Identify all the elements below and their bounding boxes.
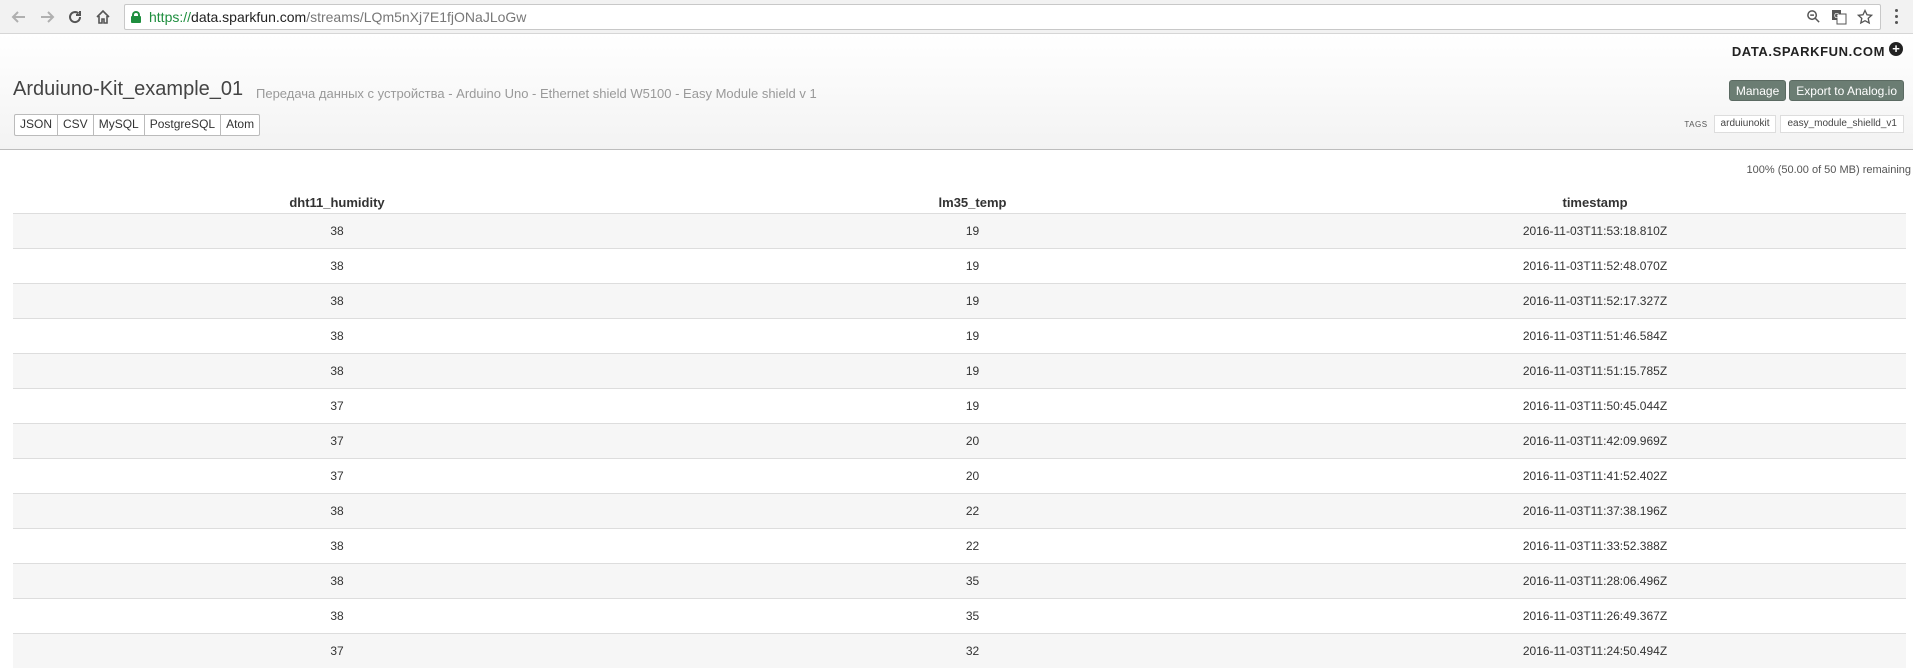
back-arrow-icon[interactable]: [8, 6, 30, 28]
table-cell: 37: [13, 422, 661, 458]
table-cell: 20: [661, 422, 1284, 458]
table-cell: 2016-11-03T11:37:38.196Z: [1284, 492, 1906, 528]
column-header: timestamp: [1284, 185, 1906, 214]
table-cell: 2016-11-03T11:33:52.388Z: [1284, 527, 1906, 563]
format-postgresql-button[interactable]: PostgreSQL: [145, 115, 222, 135]
table-cell: 2016-11-03T11:24:50.494Z: [1284, 632, 1906, 668]
format-mysql-button[interactable]: MySQL: [94, 115, 145, 135]
stream-header: DATA.SPARKFUN.COM + Arduiuno-Kit_example…: [0, 34, 1913, 150]
table-cell: 38: [13, 562, 661, 598]
table-cell: 38: [13, 352, 661, 388]
export-format-tabs: JSON CSV MySQL PostgreSQL Atom: [14, 114, 261, 136]
table-cell: 22: [661, 492, 1284, 528]
table-cell: 38: [13, 317, 661, 353]
table-row: 38 22 2016-11-03T11:37:38.196Z: [13, 492, 1906, 528]
translate-icon[interactable]: G: [1830, 8, 1848, 26]
table-cell: 2016-11-03T11:52:17.327Z: [1284, 282, 1906, 318]
table-row: 38 19 2016-11-03T11:52:17.327Z: [13, 282, 1906, 318]
brand-link[interactable]: DATA.SPARKFUN.COM: [1732, 44, 1885, 59]
table-cell: 32: [661, 632, 1284, 668]
tag-easy-module[interactable]: easy_module_shielld_v1: [1780, 115, 1904, 133]
table-row: 38 35 2016-11-03T11:28:06.496Z: [13, 562, 1906, 598]
table-cell: 19: [661, 317, 1284, 353]
table-row: 37 20 2016-11-03T11:42:09.969Z: [13, 422, 1906, 458]
format-json-button[interactable]: JSON: [15, 115, 59, 135]
table-row: 38 19 2016-11-03T11:51:46.584Z: [13, 317, 1906, 353]
table-cell: 37: [13, 387, 661, 423]
table-row: 37 20 2016-11-03T11:41:52.402Z: [13, 457, 1906, 493]
export-analog-button[interactable]: Export to Analog.io: [1789, 80, 1904, 101]
table-cell: 38: [13, 492, 661, 528]
table-row: 37 32 2016-11-03T11:24:50.494Z: [13, 632, 1906, 668]
table-cell: 2016-11-03T11:51:15.785Z: [1284, 352, 1906, 388]
stream-title: Arduiuno-Kit_example_01: [13, 78, 244, 100]
table-cell: 19: [661, 352, 1284, 388]
format-csv-button[interactable]: CSV: [58, 115, 94, 135]
table-cell: 20: [661, 457, 1284, 493]
table-cell: 22: [661, 527, 1284, 563]
table-cell: 2016-11-03T11:42:09.969Z: [1284, 422, 1906, 458]
table-cell: 19: [661, 212, 1284, 248]
table-cell: 2016-11-03T11:41:52.402Z: [1284, 457, 1906, 493]
table-cell: 19: [661, 247, 1284, 283]
address-bar[interactable]: https://data.sparkfun.com/streams/LQm5nX…: [124, 3, 1881, 30]
tags-label: TAGS: [1684, 119, 1708, 129]
lock-icon: [131, 10, 141, 23]
table-cell: 38: [13, 597, 661, 633]
column-header: dht11_humidity: [13, 185, 661, 214]
table-cell: 19: [661, 387, 1284, 423]
storage-remaining: 100% (50.00 of 50 MB) remaining: [1746, 164, 1911, 176]
table-row: 38 19 2016-11-03T11:53:18.810Z: [13, 212, 1906, 248]
table-cell: 2016-11-03T11:52:48.070Z: [1284, 247, 1906, 283]
reload-icon[interactable]: [64, 6, 86, 28]
manage-button[interactable]: Manage: [1728, 80, 1787, 101]
table-cell: 2016-11-03T11:53:18.810Z: [1284, 212, 1906, 248]
zoom-icon[interactable]: [1804, 8, 1822, 26]
table-row: 38 35 2016-11-03T11:26:49.367Z: [13, 597, 1906, 633]
table-cell: 35: [661, 597, 1284, 633]
stream-data-table: dht11_humidity lm35_temp timestamp 38 19 2…: [13, 185, 1906, 668]
plus-circle-icon[interactable]: +: [1889, 42, 1903, 56]
browser-menu-icon[interactable]: [1887, 6, 1905, 28]
home-icon[interactable]: [92, 6, 114, 28]
table-row: 37 19 2016-11-03T11:50:45.044Z: [13, 387, 1906, 423]
table-header-row: dht11_humidity lm35_temp timestamp: [13, 185, 1906, 214]
header-actions: Manage Export to Analog.io: [1728, 80, 1904, 101]
tag-arduiunokit[interactable]: arduiunokit: [1713, 115, 1777, 133]
table-cell: 19: [661, 282, 1284, 318]
browser-toolbar: https://data.sparkfun.com/streams/LQm5nX…: [0, 0, 1913, 34]
table-cell: 38: [13, 282, 661, 318]
format-atom-button[interactable]: Atom: [221, 115, 259, 135]
table-cell: 2016-11-03T11:28:06.496Z: [1284, 562, 1906, 598]
table-cell: 35: [661, 562, 1284, 598]
bookmark-star-icon[interactable]: [1856, 8, 1874, 26]
table-cell: 38: [13, 212, 661, 248]
table-row: 38 19 2016-11-03T11:52:48.070Z: [13, 247, 1906, 283]
table-cell: 37: [13, 457, 661, 493]
table-cell: 37: [13, 632, 661, 668]
table-cell: 38: [13, 247, 661, 283]
svg-text:G: G: [1834, 13, 1839, 20]
stream-description: Передача данных с устройства - Arduino U…: [256, 86, 817, 101]
table-cell: 2016-11-03T11:50:45.044Z: [1284, 387, 1906, 423]
url-text: https://data.sparkfun.com/streams/LQm5nX…: [149, 8, 527, 25]
table-cell: 2016-11-03T11:26:49.367Z: [1284, 597, 1906, 633]
forward-arrow-icon[interactable]: [36, 6, 58, 28]
tags-area: TAGS arduiunokit easy_module_shielld_v1: [1684, 115, 1904, 133]
table-cell: 2016-11-03T11:51:46.584Z: [1284, 317, 1906, 353]
table-row: 38 19 2016-11-03T11:51:15.785Z: [13, 352, 1906, 388]
table-cell: 38: [13, 527, 661, 563]
column-header: lm35_temp: [661, 185, 1284, 214]
table-row: 38 22 2016-11-03T11:33:52.388Z: [13, 527, 1906, 563]
